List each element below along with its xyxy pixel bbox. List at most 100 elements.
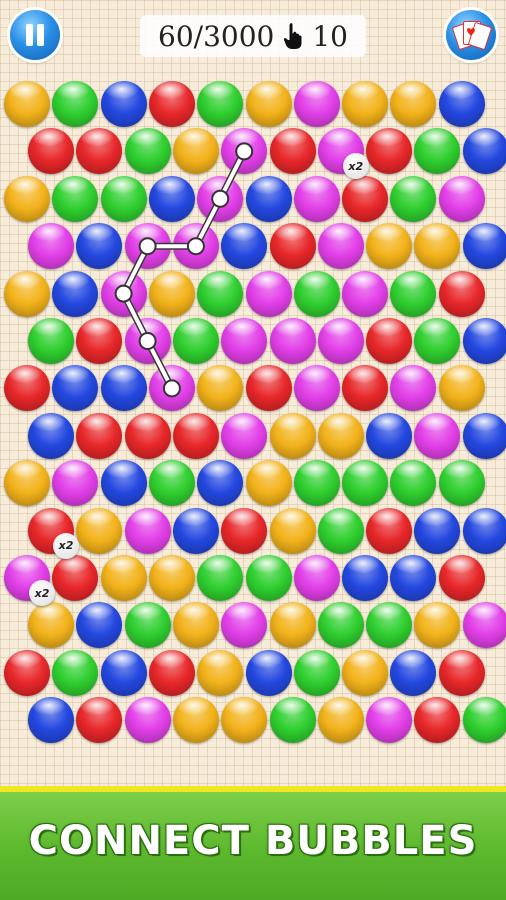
- bubble-pink[interactable]: [124, 223, 171, 270]
- bubble-red[interactable]: [4, 365, 50, 412]
- bubble-green[interactable]: [269, 697, 316, 744]
- bubble-green[interactable]: [52, 81, 99, 127]
- bubble-blue[interactable]: [438, 81, 485, 127]
- bubble-pink[interactable]: [245, 270, 292, 317]
- bubble-yellow[interactable]: [172, 128, 219, 175]
- bubble-blue[interactable]: [172, 507, 219, 554]
- bubble-pink[interactable]: [269, 318, 316, 364]
- bubble-blue[interactable]: [76, 223, 123, 270]
- bubble-blue[interactable]: [462, 318, 506, 364]
- bubble-blue[interactable]: [76, 602, 123, 649]
- bubble-pink[interactable]: [221, 128, 268, 175]
- bubble-yellow[interactable]: [4, 175, 50, 222]
- bubble-pink[interactable]: [390, 365, 437, 412]
- bubble-blue[interactable]: [148, 175, 195, 222]
- bubble-red[interactable]: [414, 697, 461, 744]
- bubble-green[interactable]: [317, 507, 364, 554]
- bubble-blue[interactable]: [366, 412, 413, 459]
- bubble-pink[interactable]: [172, 223, 219, 270]
- bubble-yellow[interactable]: [342, 81, 389, 127]
- bubble-yellow[interactable]: [342, 649, 389, 696]
- bubble-pink[interactable]: [28, 223, 74, 270]
- bubble-yellow[interactable]: [148, 555, 195, 601]
- bubble-red[interactable]: [245, 365, 292, 412]
- bubble-red[interactable]: [76, 128, 123, 175]
- bubble-red[interactable]: [148, 649, 195, 696]
- bubble-yellow[interactable]: [317, 697, 364, 744]
- bubble-blue[interactable]: [28, 412, 74, 459]
- bubble-yellow[interactable]: [4, 270, 50, 317]
- bubble-pink[interactable]: [293, 365, 340, 412]
- bubble-pink[interactable]: [221, 602, 268, 649]
- bubble-green[interactable]: [293, 460, 340, 507]
- bubble-yellow[interactable]: [100, 555, 147, 601]
- bubble-red[interactable]: [28, 128, 74, 175]
- bubble-green[interactable]: [148, 460, 195, 507]
- bubble-pink[interactable]: [124, 697, 171, 744]
- bubble-green[interactable]: [366, 602, 413, 649]
- bubble-green[interactable]: [245, 555, 292, 601]
- bubble-red[interactable]: [438, 555, 485, 601]
- bubble-yellow[interactable]: [245, 81, 292, 127]
- bubble-pink[interactable]: [124, 318, 171, 364]
- bubble-pink[interactable]: [438, 175, 485, 222]
- bubble-green[interactable]: [172, 318, 219, 364]
- bubble-yellow[interactable]: [4, 460, 50, 507]
- bubble-red[interactable]: [438, 270, 485, 317]
- bubble-pink[interactable]: [293, 81, 340, 127]
- bubble-yellow[interactable]: [76, 507, 123, 554]
- bubble-blue[interactable]: [462, 412, 506, 459]
- bubble-yellow[interactable]: [28, 602, 74, 649]
- bubble-red[interactable]: [438, 649, 485, 696]
- bubble-blue[interactable]: [221, 223, 268, 270]
- bubble-red[interactable]: [366, 128, 413, 175]
- bubble-green[interactable]: [52, 175, 99, 222]
- bubble-pink[interactable]: [293, 555, 340, 601]
- bubble-green[interactable]: [197, 555, 244, 601]
- bubble-yellow[interactable]: [317, 412, 364, 459]
- bubble-red[interactable]: [76, 318, 123, 364]
- bubble-blue[interactable]: [462, 507, 506, 554]
- bubble-blue[interactable]: [28, 697, 74, 744]
- bubble-pink[interactable]: [462, 602, 506, 649]
- bubble-blue[interactable]: [245, 649, 292, 696]
- bubble-blue[interactable]: [100, 649, 147, 696]
- bubble-pink[interactable]: [342, 270, 389, 317]
- bubble-green[interactable]: [28, 318, 74, 364]
- bubble-pink[interactable]: [197, 175, 244, 222]
- bubble-green[interactable]: [390, 460, 437, 507]
- bubble-yellow[interactable]: [269, 412, 316, 459]
- bubble-yellow[interactable]: [172, 602, 219, 649]
- bubble-yellow[interactable]: [197, 649, 244, 696]
- bubble-red[interactable]: [76, 697, 123, 744]
- bubble-blue[interactable]: [245, 175, 292, 222]
- bubble-pink[interactable]: [366, 697, 413, 744]
- bubble-blue[interactable]: [462, 128, 506, 175]
- bubble-pink[interactable]: [293, 175, 340, 222]
- bubble-blue[interactable]: [52, 365, 99, 412]
- bubble-red[interactable]: [76, 412, 123, 459]
- bubble-green[interactable]: [100, 175, 147, 222]
- bubble-green[interactable]: [197, 81, 244, 127]
- bubble-red[interactable]: [148, 81, 195, 127]
- bubble-green[interactable]: [462, 697, 506, 744]
- bubble-pink[interactable]: [317, 223, 364, 270]
- bubble-yellow[interactable]: [414, 602, 461, 649]
- bubble-blue[interactable]: [100, 460, 147, 507]
- bubble-yellow[interactable]: [172, 697, 219, 744]
- bubble-pink[interactable]: [148, 365, 195, 412]
- bubble-green[interactable]: [197, 270, 244, 317]
- bubble-pink[interactable]: [124, 507, 171, 554]
- bubble-green[interactable]: [414, 128, 461, 175]
- bubble-yellow[interactable]: [148, 270, 195, 317]
- bubble-green[interactable]: [414, 318, 461, 364]
- bubble-blue[interactable]: [414, 507, 461, 554]
- bubble-red[interactable]: [52, 555, 99, 601]
- bubble-pink[interactable]: [414, 412, 461, 459]
- bubble-blue[interactable]: [390, 555, 437, 601]
- bubble-blue[interactable]: [100, 81, 147, 127]
- bubble-red[interactable]: [172, 412, 219, 459]
- bubble-blue[interactable]: [100, 365, 147, 412]
- bubble-blue[interactable]: [197, 460, 244, 507]
- bubble-yellow[interactable]: [438, 365, 485, 412]
